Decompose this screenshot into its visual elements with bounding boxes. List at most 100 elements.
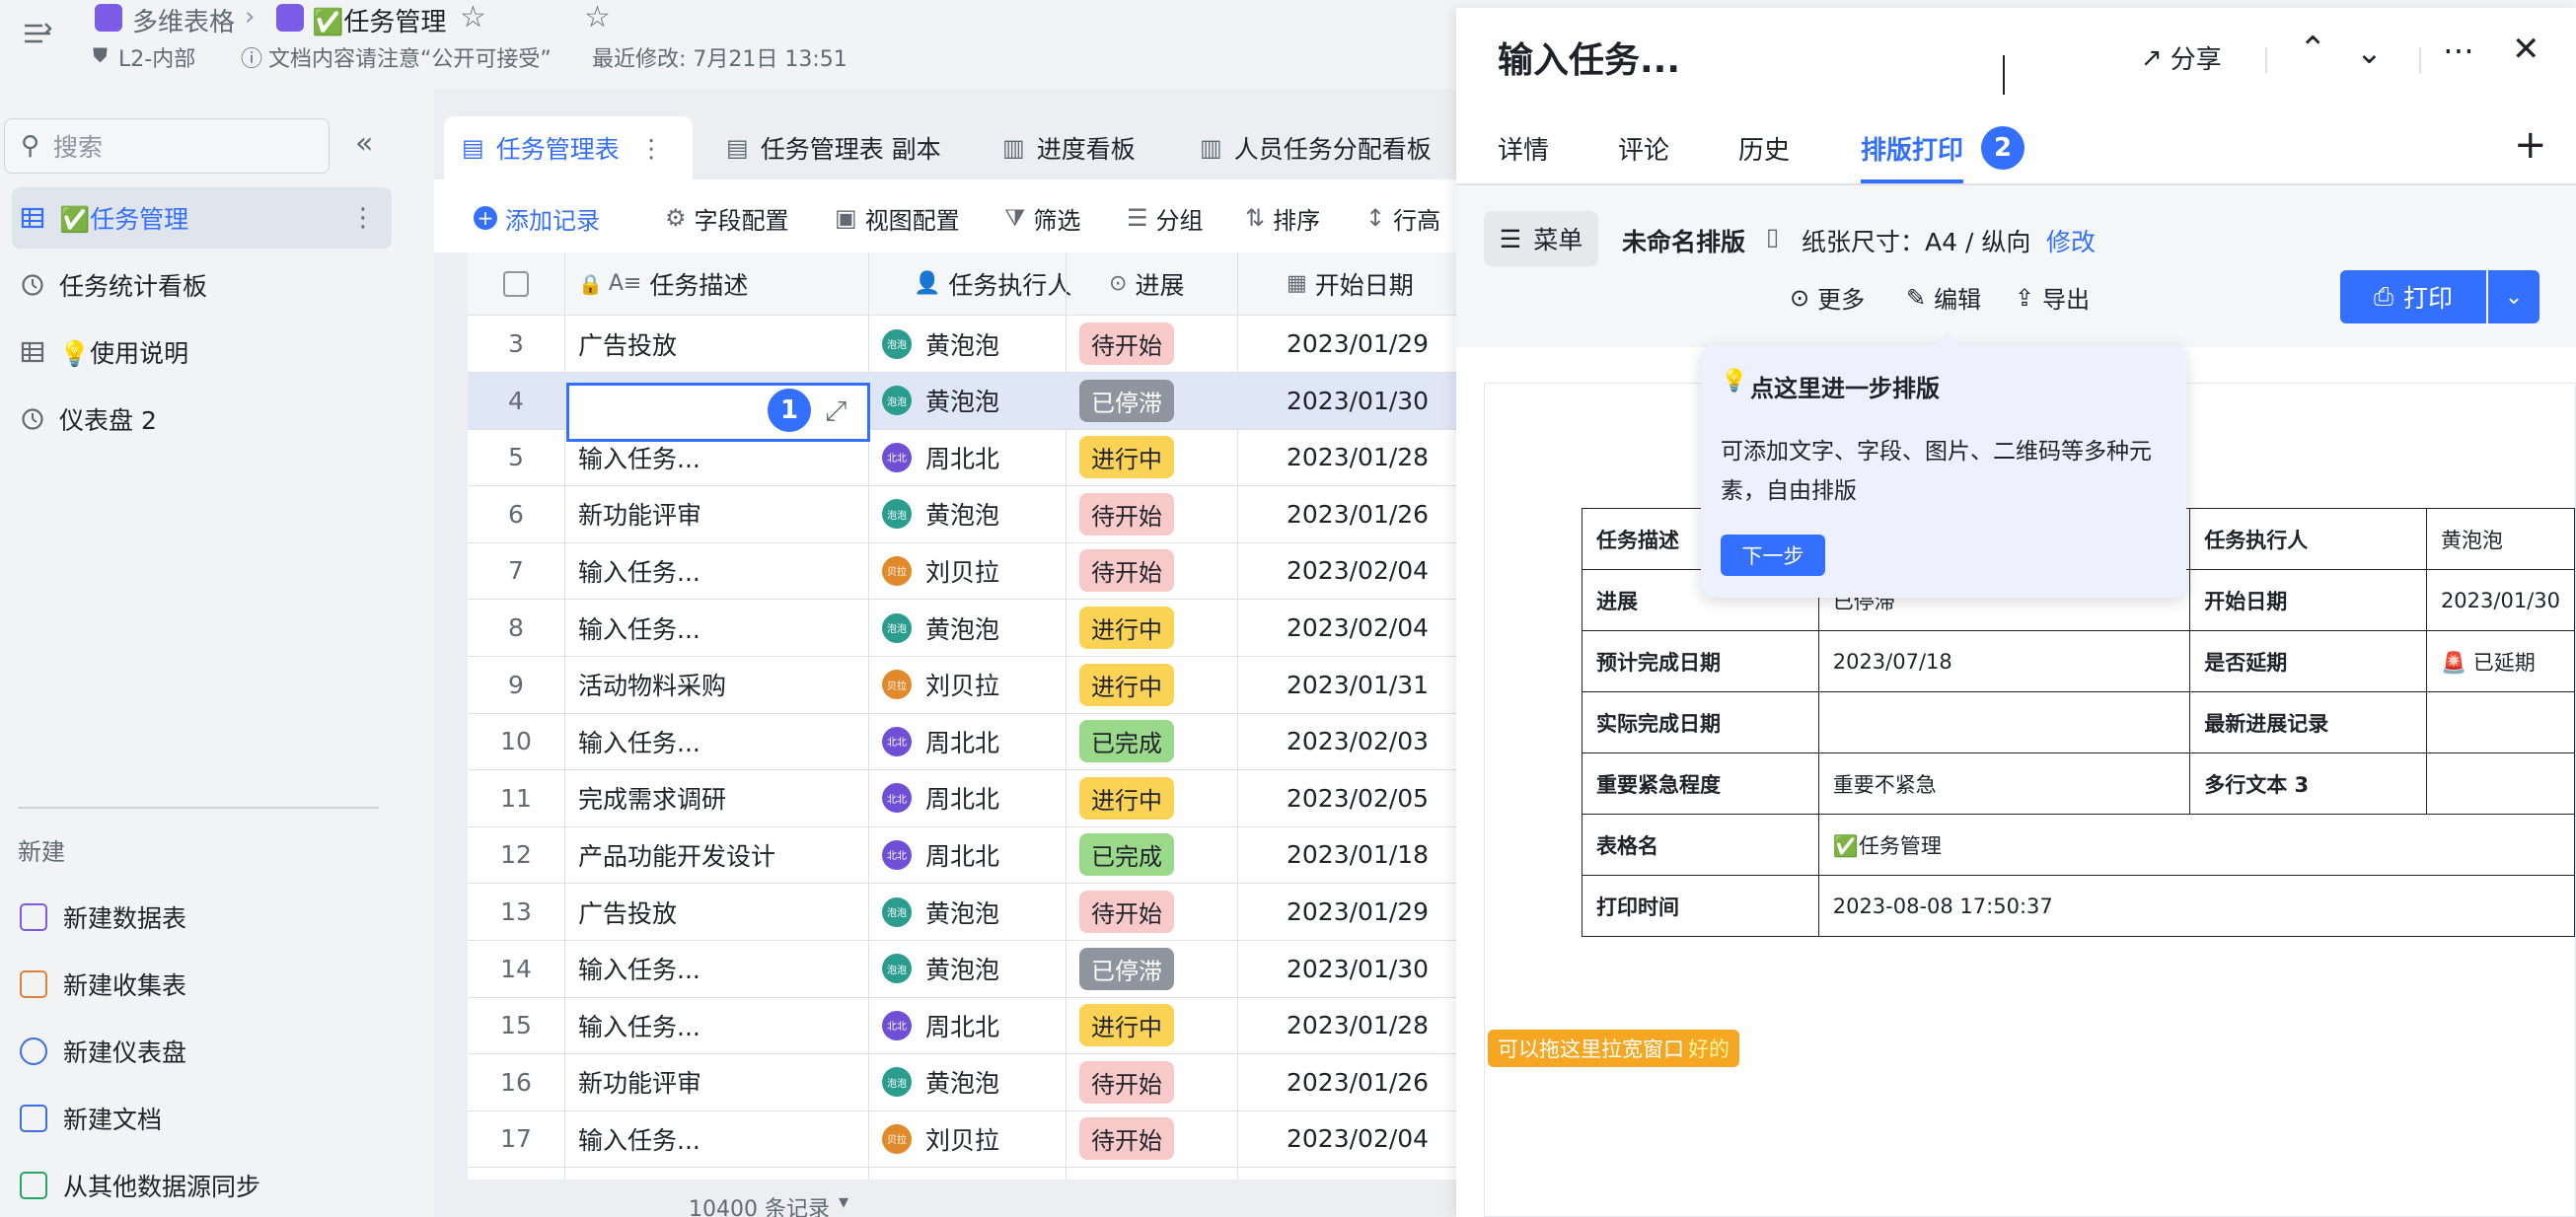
table-row[interactable]: 11 完成需求调研 北北 周北北 进行中 2023/02/05 xyxy=(468,770,1460,827)
assignee-cell[interactable]: 泡泡 黄泡泡 xyxy=(882,326,999,362)
column-header-status[interactable]: ⊙ 进展 xyxy=(1109,266,1184,302)
table-row[interactable]: 6 新功能评审 泡泡 黄泡泡 待开始 2023/01/26 xyxy=(468,486,1460,543)
status-cell[interactable]: 进行中 xyxy=(1079,663,1174,706)
task-desc-cell[interactable]: 新功能评审 xyxy=(578,1064,701,1100)
table-row[interactable]: 13 广告投放 泡泡 黄泡泡 待开始 2023/01/29 xyxy=(468,884,1460,941)
assignee-cell[interactable]: 泡泡 黄泡泡 xyxy=(882,1064,999,1100)
sidebar-toggle-icon[interactable] xyxy=(22,20,53,47)
table-row[interactable]: 9 活动物料采购 贝拉 刘贝拉 进行中 2023/01/31 xyxy=(468,657,1460,714)
assignee-cell[interactable]: 泡泡 黄泡泡 xyxy=(882,895,999,930)
export-button[interactable]: ⇪ 导出 xyxy=(2015,280,2090,315)
start-date-cell[interactable]: 2023/01/26 xyxy=(1287,1068,1429,1097)
chevron-down-icon[interactable]: ⌄ xyxy=(2356,34,2383,71)
field-config-button[interactable]: ⚙ 字段配置 xyxy=(665,197,789,239)
add-tab-icon[interactable]: + xyxy=(2514,122,2547,168)
task-desc-cell[interactable]: 输入任务... xyxy=(578,610,700,646)
share-button[interactable]: ↗ 分享 xyxy=(2141,39,2222,76)
assignee-cell[interactable]: 贝拉 刘贝拉 xyxy=(882,553,999,589)
collapse-sidebar-icon[interactable]: « xyxy=(355,126,373,161)
status-cell[interactable]: 进行中 xyxy=(1079,1004,1174,1047)
sidebar-item-dashboard-2[interactable]: 仪表盘 2 xyxy=(12,389,392,450)
status-cell[interactable]: 进行中 xyxy=(1079,607,1174,649)
task-desc-cell[interactable]: 输入任务... xyxy=(578,1008,700,1043)
menu-button[interactable]: ☰ 菜单 xyxy=(1484,211,1598,266)
assignee-cell[interactable]: 北北 周北北 xyxy=(882,724,999,759)
row-height-button[interactable]: ↕ 行高 xyxy=(1365,197,1440,239)
status-cell[interactable]: 待开始 xyxy=(1079,492,1174,536)
start-date-cell[interactable]: 2023/02/04 xyxy=(1287,556,1429,585)
modify-link[interactable]: 修改 xyxy=(2046,223,2096,258)
start-date-cell[interactable]: 2023/02/04 xyxy=(1287,613,1429,642)
more-vertical-icon[interactable]: ⋮ xyxy=(350,203,376,233)
task-desc-cell[interactable]: 输入任务... xyxy=(578,951,700,986)
assignee-cell[interactable]: 北北 周北北 xyxy=(882,1008,999,1043)
status-cell[interactable]: 待开始 xyxy=(1079,891,1174,933)
filter-button[interactable]: ⧩ 筛选 xyxy=(1004,197,1080,239)
new-doc-button[interactable]: 新建文档 xyxy=(12,1089,392,1148)
assignee-cell[interactable]: 北北 周北北 xyxy=(882,440,999,475)
new-table-button[interactable]: 新建数据表 xyxy=(12,888,392,947)
tab-task-table[interactable]: ▤ 任务管理表 ⋮ xyxy=(444,116,693,179)
task-desc-cell[interactable]: 输入任务... xyxy=(578,1121,700,1157)
security-label[interactable]: L2-内部 xyxy=(118,41,195,73)
star-outline-icon[interactable]: ☆ xyxy=(584,0,611,35)
column-header-assignee[interactable]: 👤 任务执行人 xyxy=(914,266,1071,302)
caret-down-icon[interactable]: ▾ xyxy=(839,1189,848,1213)
table-row[interactable]: 10 输入任务... 北北 周北北 已完成 2023/02/03 xyxy=(468,713,1460,771)
tab-assignment-board[interactable]: ▥ 人员任务分配看板 xyxy=(1200,116,1432,179)
sort-button[interactable]: ⇅ 排序 xyxy=(1245,197,1320,239)
task-desc-cell[interactable]: 广告投放 xyxy=(578,326,677,362)
task-desc-cell[interactable]: 输入任务... xyxy=(578,553,700,589)
task-desc-cell[interactable]: 活动物料采购 xyxy=(578,667,726,702)
task-desc-cell[interactable]: 完成需求调研 xyxy=(578,780,726,816)
new-form-button[interactable]: 新建收集表 xyxy=(12,955,392,1014)
tab-progress-board[interactable]: ▥ 进度看板 xyxy=(1002,116,1136,179)
tab-history[interactable]: 历史 xyxy=(1738,130,1790,167)
task-desc-cell[interactable]: 广告投放 xyxy=(578,895,677,930)
status-cell[interactable]: 待开始 xyxy=(1079,1117,1174,1161)
close-icon[interactable]: ✕ xyxy=(2512,30,2540,69)
assignee-cell[interactable]: 泡泡 黄泡泡 xyxy=(882,496,999,532)
start-date-cell[interactable]: 2023/01/30 xyxy=(1287,387,1429,415)
assignee-cell[interactable]: 贝拉 刘贝拉 xyxy=(882,1121,999,1157)
more-horizontal-icon[interactable]: ⋯ xyxy=(2443,32,2474,69)
table-row[interactable]: 3 广告投放 泡泡 黄泡泡 待开始 2023/01/29 xyxy=(468,316,1460,373)
print-button[interactable]: ⎙ 打印 xyxy=(2340,270,2486,323)
sidebar-item-task-management[interactable]: ✅任务管理 ⋮ xyxy=(12,187,392,249)
select-all-checkbox[interactable] xyxy=(503,270,529,297)
start-date-cell[interactable]: 2023/01/18 xyxy=(1287,840,1429,869)
assignee-cell[interactable]: 贝拉 刘贝拉 xyxy=(882,667,999,702)
search-box[interactable]: ⚲ 搜索 xyxy=(4,118,330,174)
status-cell[interactable]: 已完成 xyxy=(1079,833,1174,877)
start-date-cell[interactable]: 2023/02/05 xyxy=(1287,784,1429,813)
start-date-cell[interactable]: 2023/02/04 xyxy=(1287,1124,1429,1153)
start-date-cell[interactable]: 2023/01/30 xyxy=(1287,955,1429,983)
task-desc-cell[interactable]: 输入任务... xyxy=(578,440,700,475)
assignee-cell[interactable]: 泡泡 黄泡泡 xyxy=(882,951,999,986)
assignee-cell[interactable]: 泡泡 黄泡泡 xyxy=(882,383,999,418)
status-cell[interactable]: 待开始 xyxy=(1079,549,1174,593)
popover-next-button[interactable]: 下一步 xyxy=(1721,535,1825,576)
sidebar-item-instructions[interactable]: 💡使用说明 xyxy=(12,322,392,383)
start-date-cell[interactable]: 2023/01/31 xyxy=(1287,671,1429,699)
task-desc-cell[interactable]: 产品功能开发设计 xyxy=(578,837,775,873)
sync-datasource-button[interactable]: 从其他数据源同步 xyxy=(12,1156,392,1215)
more-button[interactable]: ⊙ 更多 xyxy=(1790,280,1865,315)
breadcrumb-app[interactable]: 多维表格 xyxy=(132,2,235,38)
group-button[interactable]: ☰ 分组 xyxy=(1127,197,1204,239)
tab-print-layout[interactable]: 排版打印 xyxy=(1861,130,1963,167)
table-row[interactable]: 15 输入任务... 北北 周北北 进行中 2023/01/28 xyxy=(468,997,1460,1055)
status-cell[interactable]: 已停滞 xyxy=(1079,947,1174,990)
tab-details[interactable]: 详情 xyxy=(1498,130,1549,167)
status-cell[interactable]: 进行中 xyxy=(1079,776,1174,820)
column-header-desc[interactable]: 🔒 A≡ 任务描述 xyxy=(578,266,748,302)
new-dashboard-button[interactable]: 新建仪表盘 xyxy=(12,1022,392,1081)
assignee-cell[interactable]: 北北 周北北 xyxy=(882,837,999,873)
star-icon[interactable]: ☆ xyxy=(460,0,486,35)
status-cell[interactable]: 待开始 xyxy=(1079,1060,1174,1104)
table-row[interactable]: 14 输入任务... 泡泡 黄泡泡 已停滞 2023/01/30 xyxy=(468,941,1460,998)
table-row[interactable]: 17 输入任务... 贝拉 刘贝拉 待开始 2023/02/04 xyxy=(468,1110,1460,1169)
status-cell[interactable]: 进行中 xyxy=(1079,436,1174,479)
start-date-cell[interactable]: 2023/01/29 xyxy=(1287,897,1429,926)
print-dropdown-button[interactable]: ⌄ xyxy=(2488,270,2539,323)
